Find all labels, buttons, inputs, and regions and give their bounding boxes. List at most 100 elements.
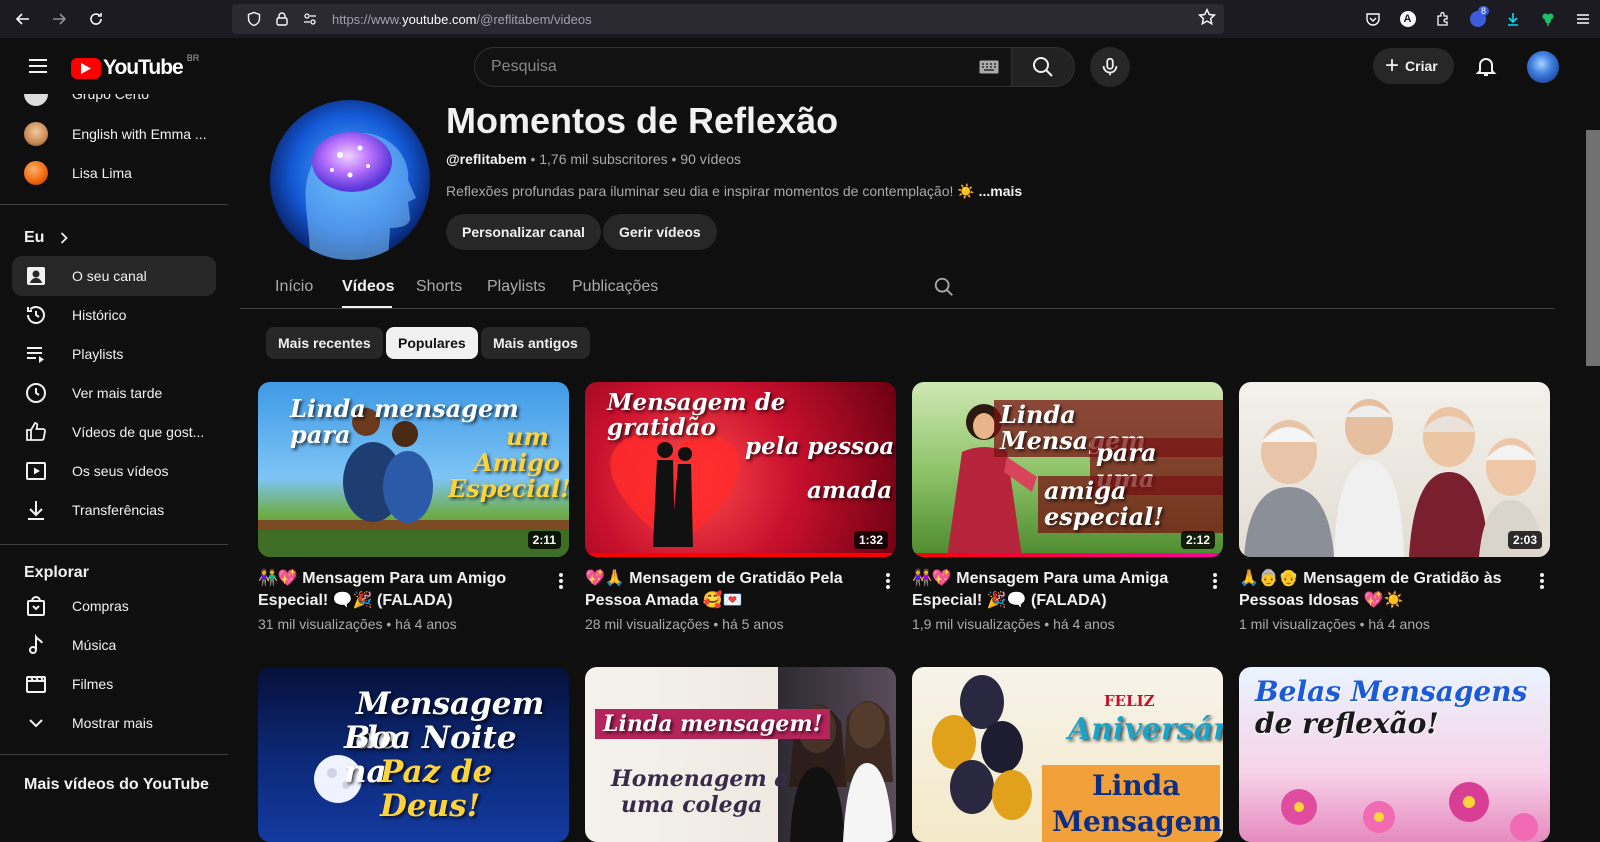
video-meta: 28 mil visualizações • há 5 anos	[585, 616, 784, 632]
film-icon	[24, 672, 48, 696]
app-menu-icon[interactable]	[1565, 2, 1600, 36]
sidebar-item-show-more[interactable]: Mostrar mais	[12, 703, 216, 743]
pocket-icon[interactable]	[1355, 2, 1390, 36]
sidebar-item-label: Os seus vídeos	[72, 463, 169, 479]
forward-button[interactable]	[42, 2, 76, 36]
bell-icon	[1475, 58, 1497, 76]
channel-avatar	[24, 161, 48, 185]
video-menu-button[interactable]	[1203, 569, 1227, 593]
create-button[interactable]: + Criar	[1373, 48, 1454, 84]
permissions-icon[interactable]	[298, 7, 322, 31]
video-title[interactable]: 👫💖 Mensagem Para um Amigo Especial! 🗨️🎉 …	[258, 568, 538, 612]
sidebar-item-downloads[interactable]: Transferências	[12, 490, 216, 530]
you-section-title: Eu	[24, 229, 45, 246]
thumbnail-text: de reflexão!	[1255, 707, 1439, 740]
back-arrow-icon	[15, 13, 29, 25]
notifications-button[interactable]	[1468, 48, 1504, 84]
address-bar[interactable]: https://www.youtube.com/@reflitabem/vide…	[232, 4, 1224, 34]
account-avatar[interactable]	[1527, 51, 1559, 83]
video-menu-button[interactable]	[549, 569, 573, 593]
video-thumbnail[interactable]: 2:03	[1239, 382, 1550, 557]
back-button[interactable]	[6, 2, 40, 36]
music-icon	[24, 633, 48, 657]
chip-latest[interactable]: Mais recentes	[266, 327, 383, 359]
account-a-icon[interactable]: A	[1390, 2, 1425, 36]
search-input[interactable]	[491, 58, 961, 76]
extension-badge-icon[interactable]: 8	[1460, 2, 1495, 36]
thumbnail-text: Linda	[1092, 769, 1181, 802]
sidebar-item-your-channel[interactable]: O seu canal	[12, 256, 216, 296]
customize-channel-button[interactable]: Personalizar canal	[446, 214, 601, 250]
extensions-puzzle-icon[interactable]	[1425, 2, 1460, 36]
tab-search-icon[interactable]	[933, 276, 955, 303]
thumbnail-text: Aniversário	[1068, 712, 1223, 747]
sidebar-item-watch-later[interactable]: Ver mais tarde	[12, 373, 216, 413]
sidebar-subscription-lisa-lima[interactable]: Lisa Lima	[12, 153, 216, 193]
video-thumbnail[interactable]: Belas Mensagens de reflexão!	[1239, 667, 1550, 842]
download-icon	[24, 498, 48, 522]
chip-oldest[interactable]: Mais antigos	[481, 327, 590, 359]
channel-handle: @reflitabem	[446, 151, 527, 167]
tab-videos[interactable]: Vídeos	[342, 278, 394, 296]
youtube-logo[interactable]: YouTube BR	[71, 53, 200, 80]
video-duration: 1:32	[853, 531, 888, 549]
video-thumbnail[interactable]: FELIZ Aniversário Linda Mensagem!	[912, 667, 1223, 842]
manage-videos-button[interactable]: Gerir vídeos	[603, 214, 717, 250]
sidebar-explore-section: Explorar	[24, 564, 89, 582]
sidebar-subscription-grupo-certo[interactable]: Grupo Certo	[12, 94, 216, 114]
video-thumbnail[interactable]: Linda Mensagem para uma amiga especial! …	[912, 382, 1223, 557]
tab-posts[interactable]: Publicações	[572, 278, 658, 296]
chip-popular[interactable]: Populares	[386, 327, 478, 359]
thumbnail-text: Amigo	[474, 448, 560, 477]
downloads-icon[interactable]	[1495, 2, 1530, 36]
tab-shorts[interactable]: Shorts	[416, 278, 462, 296]
sidebar-item-movies[interactable]: Filmes	[12, 664, 216, 704]
voice-search-button[interactable]	[1090, 47, 1130, 87]
tab-home[interactable]: Início	[275, 278, 313, 296]
channel-tabs: Início Vídeos Shorts Playlists Publicaçõ…	[240, 266, 1555, 309]
video-title[interactable]: 🙏👵👴 Mensagem de Gratidão às Pessoas Idos…	[1239, 568, 1519, 612]
sidebar-item-label: Transferências	[72, 502, 165, 518]
sidebar-item-liked-videos[interactable]: Vídeos de que gost...	[12, 412, 216, 452]
sidebar-item-label: Compras	[72, 598, 129, 614]
sidebar-you-section[interactable]: Eu	[24, 228, 74, 248]
video-title[interactable]: 👭💖 Mensagem Para uma Amiga Especial! 🎉🗨️…	[912, 568, 1192, 612]
sidebar-item-music[interactable]: Música	[12, 625, 216, 665]
page-scrollbar-thumb[interactable]	[1586, 130, 1600, 366]
description-more-link[interactable]: ...mais	[979, 183, 1023, 199]
watch-progress-bar	[585, 553, 896, 557]
shield-icon[interactable]	[242, 7, 266, 31]
video-thumbnail[interactable]: Mensagem de gratidão pela pessoa amada 1…	[585, 382, 896, 557]
keyboard-icon[interactable]	[979, 60, 999, 74]
country-code: BR	[186, 53, 200, 63]
guide-menu-button[interactable]	[20, 48, 56, 84]
video-menu-button[interactable]	[1530, 569, 1554, 593]
channel-avatar-large[interactable]	[270, 100, 430, 260]
channel-description[interactable]: Reflexões profundas para iluminar seu di…	[446, 183, 1022, 200]
tab-playlists[interactable]: Playlists	[487, 278, 546, 296]
bookmark-star-icon[interactable]	[1197, 7, 1217, 31]
lock-icon[interactable]	[270, 7, 294, 31]
sidebar-item-history[interactable]: Histórico	[12, 295, 216, 335]
sidebar-item-your-videos[interactable]: Os seus vídeos	[12, 451, 216, 491]
video-menu-button[interactable]	[876, 569, 900, 593]
logo-text: YouTube	[103, 56, 184, 79]
url-text: https://www.youtube.com/@reflitabem/vide…	[332, 11, 592, 27]
thumbnail-text: amada	[807, 477, 893, 504]
reload-button[interactable]	[79, 2, 113, 36]
plus-icon: +	[1385, 52, 1400, 79]
explore-section-title: Explorar	[24, 564, 89, 581]
video-title[interactable]: 💖🙏 Mensagem de Gratidão Pela Pessoa Amad…	[585, 568, 865, 612]
sidebar-item-playlists[interactable]: Playlists	[12, 334, 216, 374]
thumbnail-text: pela pessoa	[745, 433, 895, 460]
search-box[interactable]	[474, 47, 1012, 87]
sidebar-subscription-english-with-emma[interactable]: English with Emma ...	[12, 114, 216, 154]
search-button[interactable]	[1011, 47, 1075, 87]
video-thumbnail[interactable]: Linda mensagem para um Amigo Especial! 2…	[258, 382, 569, 557]
video-thumbnail[interactable]: Linda mensagem! Homenagem a uma colega	[585, 667, 896, 842]
clover-extension-icon[interactable]	[1530, 2, 1565, 36]
sidebar-item-shopping[interactable]: Compras	[12, 586, 216, 626]
video-thumbnail[interactable]: Mensagem de Boa Noite na Paz de Deus!	[258, 667, 569, 842]
sidebar-more-section: Mais vídeos do YouTube	[24, 776, 209, 794]
watch-progress-bar	[912, 553, 1223, 557]
